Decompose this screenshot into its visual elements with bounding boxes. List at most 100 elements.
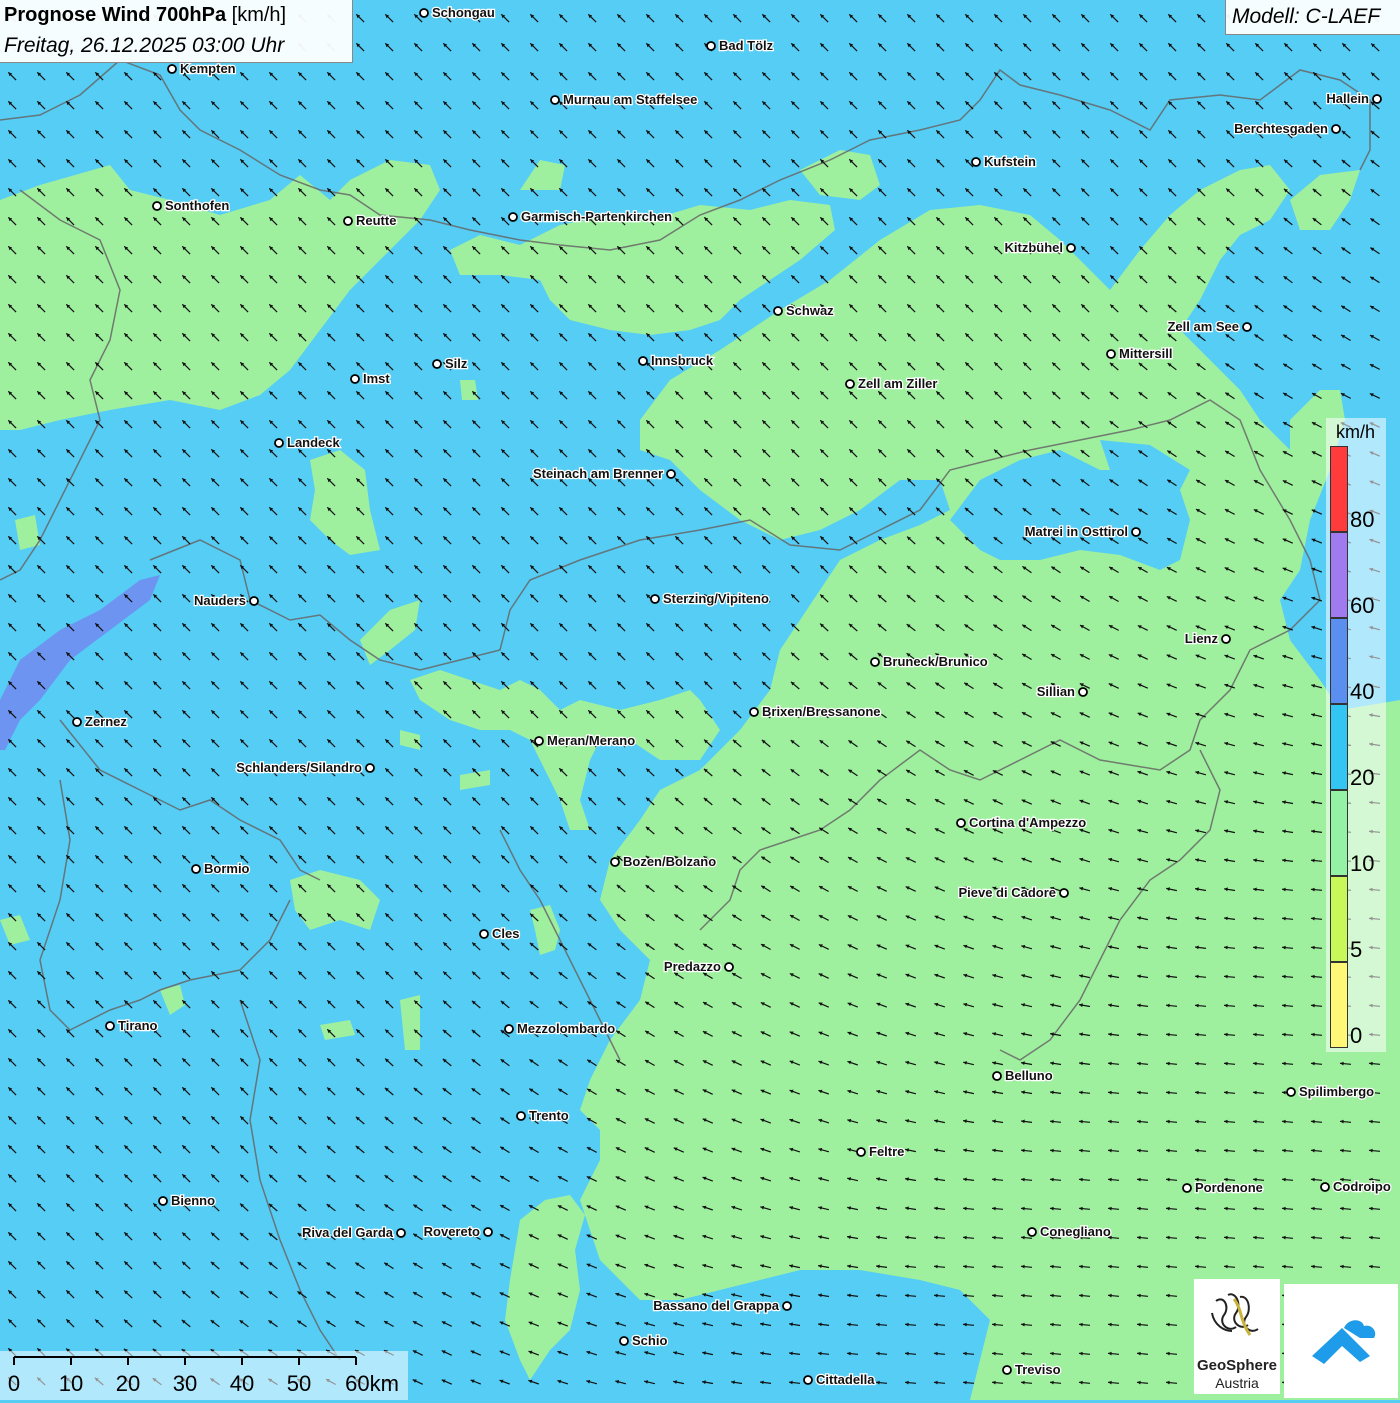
legend-label: 20	[1350, 765, 1375, 790]
place-label: Pieve di Cadore	[958, 885, 1056, 900]
place-garmisch-partenkirchen: Garmisch-Partenkirchen	[508, 208, 673, 225]
place-dot	[419, 8, 429, 18]
legend-swatch	[1330, 532, 1348, 618]
legend-swatch	[1330, 704, 1348, 790]
place-label: Spilimbergo	[1299, 1084, 1374, 1099]
place-dot	[365, 763, 375, 773]
place-label: Cortina d'Ampezzo	[969, 815, 1086, 830]
place-dot	[1182, 1183, 1192, 1193]
place-sterzing-vipiteno: Sterzing/Vipiteno	[650, 590, 770, 607]
place-dot	[1320, 1182, 1330, 1192]
map-title-unit: [km/h]	[226, 4, 287, 26]
place-dot	[274, 438, 284, 448]
legend-label: 60	[1350, 593, 1375, 618]
place-label: Tirano	[118, 1018, 158, 1033]
place-dot	[191, 864, 201, 874]
place-label: Predazzo	[664, 959, 721, 974]
place-innsbruck: Innsbruck	[638, 352, 715, 369]
map-title: Prognose Wind 700hPa [km/h]	[4, 4, 286, 27]
place-matrei-in-osttirol: Matrei in Osttirol	[1023, 523, 1141, 540]
place-dot	[1242, 322, 1252, 332]
place-dot	[1331, 124, 1341, 134]
place-label: Silz	[445, 356, 468, 371]
place-dot	[650, 594, 660, 604]
scale-label: 10	[58, 1371, 84, 1396]
place-dot	[550, 95, 560, 105]
place-dot	[1131, 527, 1141, 537]
place-bruneck-brunico: Bruneck/Brunico	[870, 653, 989, 670]
place-label: Bad Tölz	[719, 38, 774, 53]
place-schongau: Schongau	[419, 4, 496, 21]
legend-swatch	[1330, 790, 1348, 876]
place-label: Feltre	[869, 1144, 904, 1159]
model-label: Modell: C-LAEF	[1232, 5, 1381, 28]
place-label: Riva del Garda	[302, 1225, 394, 1240]
scale-label: 60km	[345, 1371, 399, 1396]
legend-swatch	[1330, 446, 1348, 532]
place-label: Sillian	[1037, 684, 1075, 699]
place-dot	[504, 1024, 514, 1034]
place-dot	[1027, 1227, 1037, 1237]
place-label: Bassano del Grappa	[653, 1298, 779, 1313]
place-label: Zell am See	[1167, 319, 1239, 334]
place-dot	[1286, 1087, 1296, 1097]
scale-label: 20	[115, 1371, 141, 1396]
place-dot	[1059, 888, 1069, 898]
place-label: Zell am Ziller	[858, 376, 937, 391]
geosphere-logo[interactable]: GeoSphere Austria	[1194, 1279, 1280, 1394]
wind-map: Schongau Bad Tölz Kempten Murnau am Staffel…	[0, 0, 1400, 1400]
color-legend: km/h 80 60 40 20 10 5 0	[1326, 418, 1386, 1052]
place-label: Bormio	[204, 861, 250, 876]
place-zell-am-ziller: Zell am Ziller	[845, 375, 939, 392]
place-label: Lienz	[1185, 631, 1219, 646]
place-murnau-am-staffelsee: Murnau am Staffelsee	[550, 91, 699, 108]
scale-label: 50	[286, 1371, 312, 1396]
place-dot	[870, 657, 880, 667]
map-title-bold: Prognose Wind 700hPa	[4, 4, 227, 26]
place-label: Cittadella	[816, 1372, 875, 1387]
place-dot	[1106, 349, 1116, 359]
place-label: Kufstein	[984, 154, 1036, 169]
place-label: Belluno	[1005, 1068, 1053, 1083]
place-label: Meran/Merano	[547, 733, 635, 748]
warning-app-logo[interactable]	[1284, 1284, 1398, 1398]
place-berchtesgaden: Berchtesgaden	[1233, 120, 1341, 137]
legend-label: 0	[1350, 1023, 1363, 1048]
place-label: Schio	[632, 1333, 667, 1348]
place-label: Hallein	[1326, 91, 1369, 106]
place-dot	[610, 857, 620, 867]
place-dot	[782, 1301, 792, 1311]
place-dot	[152, 201, 162, 211]
place-label: Pordenone	[1195, 1180, 1263, 1195]
place-label: Schongau	[432, 5, 495, 20]
place-brixen-bressanone: Brixen/Bressanone	[749, 703, 882, 720]
place-dot	[516, 1111, 526, 1121]
scale-bar: 0 10 20 30 40 50 60km	[0, 1351, 408, 1400]
legend-swatch	[1330, 618, 1348, 704]
place-dot	[706, 41, 716, 51]
place-dot	[1221, 634, 1231, 644]
place-label: Bozen/Bolzano	[623, 854, 716, 869]
place-spilimbergo: Spilimbergo	[1286, 1083, 1375, 1100]
place-mezzolombardo: Mezzolombardo	[504, 1020, 617, 1037]
place-label: Kitzbühel	[1005, 240, 1064, 255]
place-dot	[666, 469, 676, 479]
place-bozen-bolzano: Bozen/Bolzano	[610, 853, 717, 870]
place-dot	[749, 707, 759, 717]
place-sonthofen: Sonthofen	[152, 197, 231, 214]
place-label: Kempten	[180, 61, 236, 76]
place-label: Murnau am Staffelsee	[563, 92, 697, 107]
place-label: Trento	[529, 1108, 569, 1123]
place-label: Mezzolombardo	[517, 1021, 615, 1036]
geosphere-logo-icon	[1211, 1293, 1259, 1336]
scale-label: 30	[172, 1371, 198, 1396]
place-label: Sterzing/Vipiteno	[663, 591, 769, 606]
place-dot	[773, 306, 783, 316]
map-date: Freitag, 26.12.2025 03:00 Uhr	[4, 34, 285, 57]
place-schlanders-silandro: Schlanders/Silandro	[235, 759, 375, 776]
legend-label: 5	[1350, 937, 1363, 962]
legend-unit: km/h	[1336, 422, 1376, 442]
place-dot	[856, 1147, 866, 1157]
place-dot	[638, 356, 648, 366]
place-dot	[845, 379, 855, 389]
